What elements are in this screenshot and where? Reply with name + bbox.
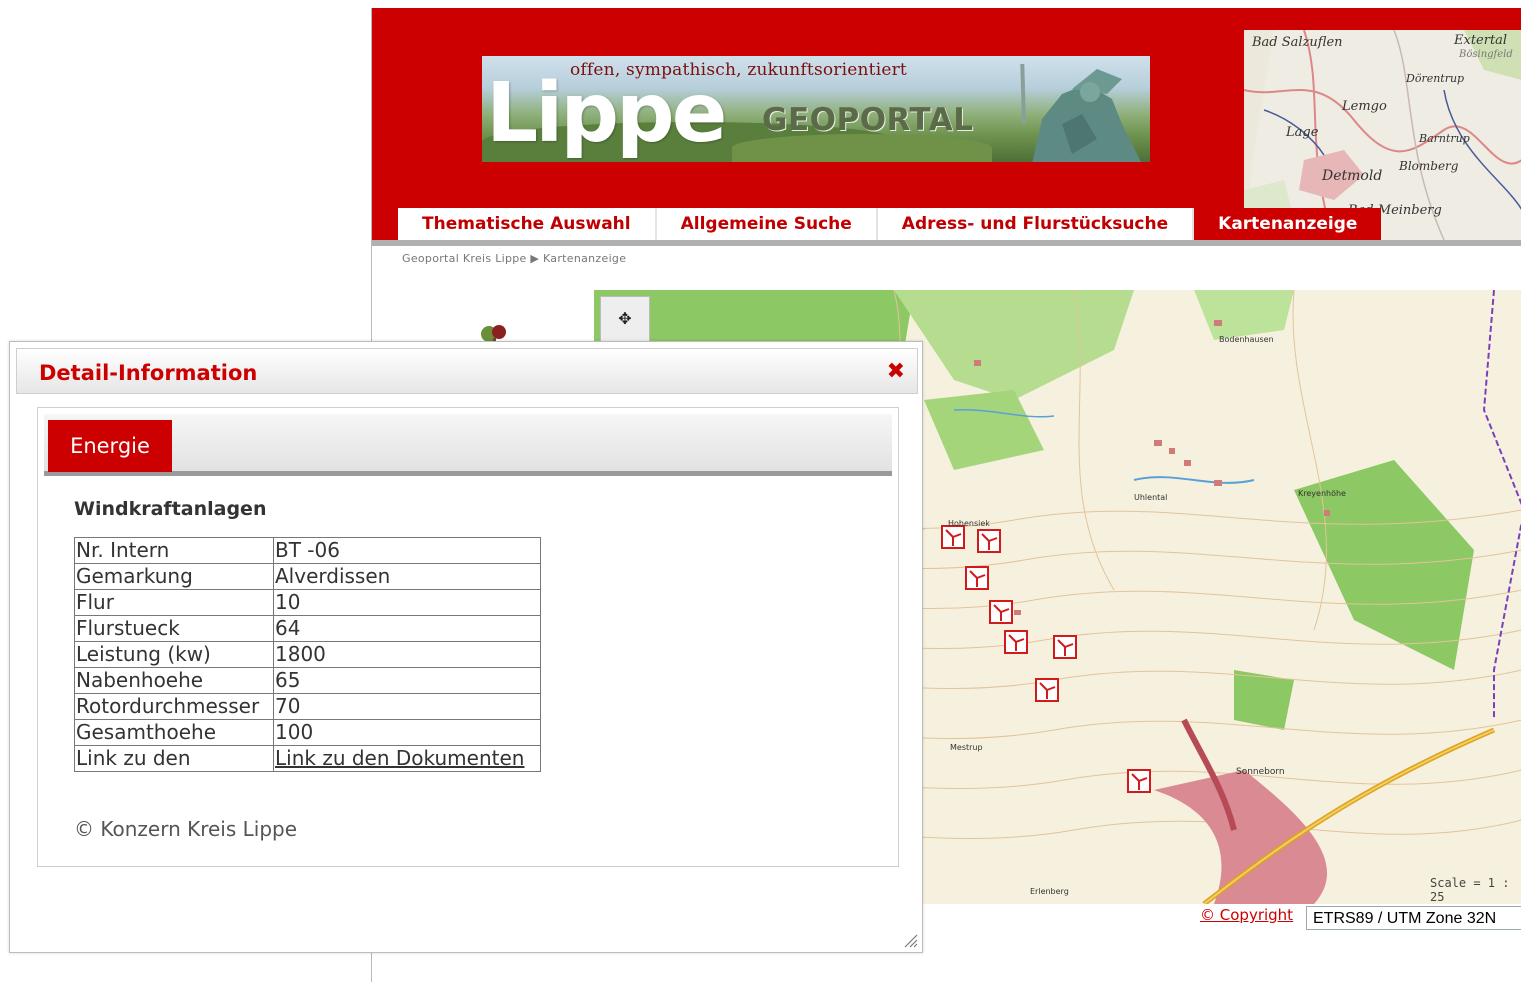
map-scale: Scale = 1 : 25 xyxy=(1430,876,1510,904)
copyright-link[interactable]: © Copyright xyxy=(1200,906,1293,924)
nav-kartenanzeige[interactable]: Kartenanzeige xyxy=(1194,208,1382,240)
breadcrumb: Geoportal Kreis Lippe ▶ Kartenanzeige xyxy=(402,252,627,265)
dialog-footer-copyright: © Konzern Kreis Lippe xyxy=(74,817,298,841)
map-place-label: Kreyenhöhe xyxy=(1298,489,1346,498)
dialog-content: Energie Windkraftanlagen Nr. Intern BT -… xyxy=(37,407,899,867)
map-label: Lage xyxy=(1285,125,1319,140)
attribute-key: Gesamthoehe xyxy=(74,719,274,746)
map-label: Bad Salzuflen xyxy=(1251,35,1343,50)
lippe-logo: Lippe xyxy=(486,66,727,161)
map-label: Blomberg xyxy=(1398,159,1459,173)
attribute-value: 10 xyxy=(273,589,541,616)
map-label: Bösingfeld xyxy=(1458,49,1513,60)
map-place-label: Sonneborn xyxy=(1236,767,1285,777)
dialog-titlebar[interactable]: Detail-Information ✖ xyxy=(16,348,918,394)
main-navigation: Thematische Auswahl Allgemeine Suche Adr… xyxy=(398,208,1382,240)
map-place-label: Mestrup xyxy=(950,743,983,752)
table-row: Gesamthoehe 100 xyxy=(74,719,541,746)
header-divider xyxy=(372,240,1521,246)
attribute-key: Rotordurchmesser xyxy=(74,693,274,720)
attribute-value: 100 xyxy=(273,719,541,746)
attribute-table: Nr. Intern BT -06 Gemarkung Alverdissen … xyxy=(74,537,541,772)
table-row: Leistung (kw) 1800 xyxy=(74,641,541,668)
portal-header: offen, sympathisch, zukunftsorientiert L… xyxy=(372,8,1521,240)
table-row: Flur 10 xyxy=(74,589,541,616)
attribute-key: Nabenhoehe xyxy=(74,667,274,694)
attribute-key: Leistung (kw) xyxy=(74,641,274,668)
table-row: Rotordurchmesser 70 xyxy=(74,693,541,720)
table-row: Nr. Intern BT -06 xyxy=(74,537,541,564)
attribute-value: Alverdissen xyxy=(273,563,541,590)
attribute-key: Link zu den xyxy=(74,745,274,772)
geoportal-wordmark: GEOPORTAL xyxy=(762,102,974,138)
attribute-value: 1800 xyxy=(273,641,541,668)
map-label: Dörentrup xyxy=(1405,72,1464,85)
detail-information-dialog: Detail-Information ✖ Energie Windkraftan… xyxy=(9,341,923,953)
pan-control[interactable]: ✥ xyxy=(600,296,650,342)
hermann-statue-image xyxy=(1020,64,1141,162)
attribute-key: Flurstueck xyxy=(74,615,274,642)
attribute-key: Gemarkung xyxy=(74,563,274,590)
attribute-key: Nr. Intern xyxy=(74,537,274,564)
attribute-value: BT -06 xyxy=(273,537,541,564)
attribute-key: Flur xyxy=(74,589,274,616)
section-title: Windkraftanlagen xyxy=(74,498,267,520)
nav-allgemeine-suche[interactable]: Allgemeine Suche xyxy=(656,208,878,240)
resize-grip-icon[interactable] xyxy=(900,930,918,948)
nav-thematische-auswahl[interactable]: Thematische Auswahl xyxy=(398,208,657,240)
attribute-value: 70 xyxy=(273,693,541,720)
banner-hill xyxy=(732,134,992,162)
dialog-title: Detail-Information xyxy=(39,361,258,385)
crs-select[interactable]: ETRS89 / UTM Zone 32N xyxy=(1306,906,1521,930)
map-label: Extertal xyxy=(1453,33,1507,48)
map-label: Detmold xyxy=(1321,168,1382,184)
table-row: Link zu den Link zu den Dokumenten xyxy=(74,745,541,772)
map-place-label: Hohensiek xyxy=(948,519,990,528)
documents-link[interactable]: Link zu den Dokumenten xyxy=(275,746,524,770)
map-label: Barntrup xyxy=(1418,132,1470,145)
attribute-value: 64 xyxy=(273,615,541,642)
map-place-label: Uhlental xyxy=(1134,493,1167,502)
table-row: Flurstueck 64 xyxy=(74,615,541,642)
table-row: Nabenhoehe 65 xyxy=(74,667,541,694)
nav-adress-flurstuecksuche[interactable]: Adress- und Flurstücksuche xyxy=(877,208,1195,240)
map-place-label: Erlenberg xyxy=(1030,887,1069,896)
map-label: Lemgo xyxy=(1341,99,1387,114)
tabbar: Energie xyxy=(44,414,892,476)
attribute-value: Link zu den Dokumenten xyxy=(273,745,541,772)
map-place-label: Bodenhausen xyxy=(1219,335,1274,344)
portal-banner: offen, sympathisch, zukunftsorientiert L… xyxy=(482,56,1150,162)
pan-arrows-icon[interactable]: ✥ xyxy=(618,309,631,328)
tab-energie[interactable]: Energie xyxy=(48,420,172,472)
close-icon[interactable]: ✖ xyxy=(887,361,905,383)
table-row: Gemarkung Alverdissen xyxy=(74,563,541,590)
attribute-value: 65 xyxy=(273,667,541,694)
